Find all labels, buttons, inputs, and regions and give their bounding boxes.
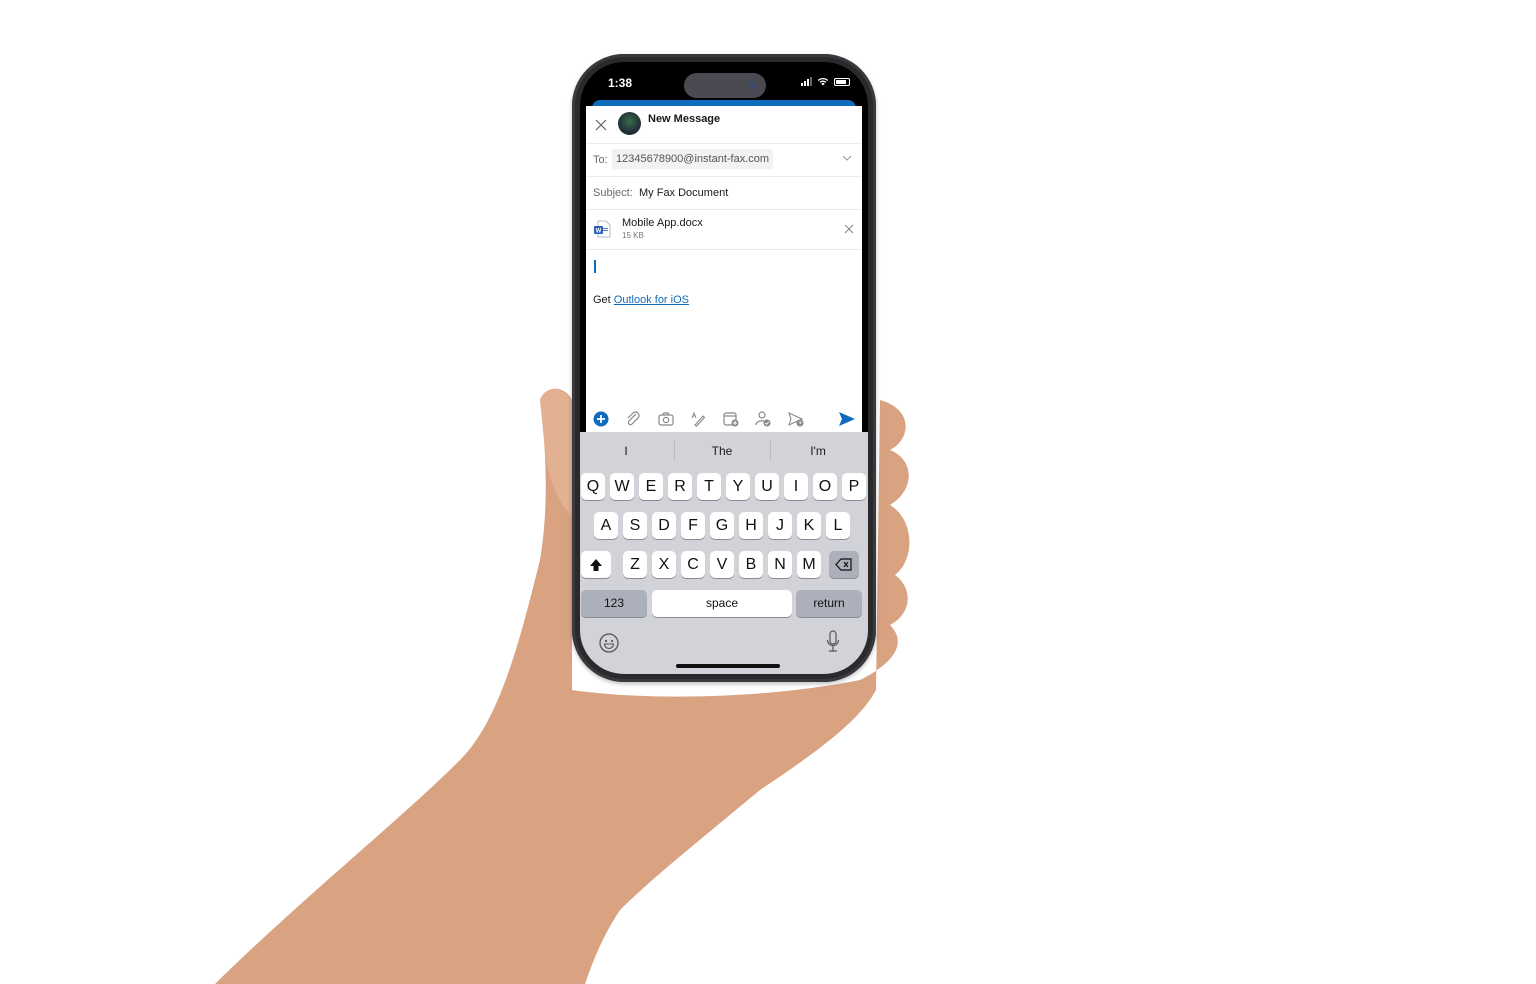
key[interactable]: T — [697, 473, 721, 500]
key[interactable]: N — [768, 551, 792, 578]
home-indicator — [676, 664, 780, 668]
key[interactable]: I — [784, 473, 808, 500]
add-icon[interactable] — [592, 410, 610, 428]
recipient-chip[interactable]: 12345678900@instant-fax.com — [612, 149, 774, 169]
suggestion-bar: I The I'm — [580, 432, 868, 468]
key[interactable]: D — [652, 512, 676, 539]
subject-label: Subject: — [593, 187, 633, 199]
key[interactable]: W — [610, 473, 634, 500]
key[interactable]: R — [668, 473, 692, 500]
attachment-name: Mobile App.docx — [622, 217, 703, 229]
suggestion-divider — [674, 440, 675, 460]
key[interactable]: V — [710, 551, 734, 578]
dynamic-island — [684, 73, 766, 98]
suggestion-2[interactable]: The — [677, 444, 767, 458]
key[interactable]: G — [710, 512, 734, 539]
compose-sheet: New Message To: 12345678900@instant-fax.… — [586, 106, 862, 432]
backspace-icon — [835, 558, 852, 571]
calendar-add-icon[interactable] — [722, 410, 740, 428]
key[interactable]: E — [639, 473, 663, 500]
schedule-send-icon[interactable] — [787, 410, 805, 428]
send-icon[interactable] — [838, 410, 856, 428]
camera-dot — [749, 82, 756, 89]
emoji-icon[interactable] — [598, 632, 620, 654]
draw-icon[interactable] — [689, 410, 707, 428]
wifi-icon — [817, 77, 829, 86]
message-body[interactable]: Get Outlook for iOS — [586, 250, 862, 390]
outlook-ios-link[interactable]: Outlook for iOS — [614, 294, 689, 306]
signature: Get Outlook for iOS — [593, 294, 689, 306]
key[interactable]: F — [681, 512, 705, 539]
suggestion-divider — [770, 440, 771, 460]
signature-prefix: Get — [593, 294, 611, 306]
numbers-key[interactable]: 123 — [581, 590, 647, 617]
microphone-icon[interactable] — [826, 630, 840, 654]
subject-field[interactable]: Subject: My Fax Document — [586, 177, 862, 210]
key[interactable]: A — [594, 512, 618, 539]
chevron-down-icon[interactable] — [842, 155, 852, 162]
word-document-icon: W — [594, 220, 611, 238]
shift-key[interactable] — [581, 551, 611, 578]
suggestion-3[interactable]: I'm — [773, 444, 863, 458]
status-time: 1:38 — [608, 76, 633, 90]
compose-title: New Message — [648, 113, 721, 125]
key[interactable]: O — [813, 473, 837, 500]
text-cursor — [594, 260, 596, 273]
key[interactable]: M — [797, 551, 821, 578]
signal-icon — [801, 77, 812, 86]
key[interactable]: H — [739, 512, 763, 539]
key[interactable]: B — [739, 551, 763, 578]
key[interactable]: Y — [726, 473, 750, 500]
space-key[interactable]: space — [652, 590, 792, 617]
status-icons — [801, 77, 850, 86]
compose-toolbar — [586, 406, 862, 432]
phone-frame: 1:38 New Message To: 12345678900@instant… — [572, 54, 876, 682]
delete-key[interactable] — [829, 551, 859, 578]
close-icon[interactable] — [594, 118, 608, 132]
return-key[interactable]: return — [796, 590, 862, 617]
phone-screen: 1:38 New Message To: 12345678900@instant… — [580, 62, 868, 674]
account-avatar[interactable] — [618, 112, 641, 135]
key[interactable]: C — [681, 551, 705, 578]
camera-icon[interactable] — [657, 410, 675, 428]
attachment-size: 15 KB — [622, 231, 644, 240]
key[interactable]: U — [755, 473, 779, 500]
keyboard: I The I'm Q W E R T Y U I O P A S D F G H J K L Z X C V B N M 123 s… — [580, 432, 868, 674]
remove-attachment-icon[interactable] — [844, 224, 854, 234]
availability-icon[interactable] — [754, 410, 772, 428]
attachment-item[interactable]: W Mobile App.docx 15 KB — [586, 210, 862, 250]
key[interactable]: P — [842, 473, 866, 500]
key[interactable]: S — [623, 512, 647, 539]
compose-header: New Message — [586, 106, 862, 144]
key[interactable]: J — [768, 512, 792, 539]
subject-input[interactable]: My Fax Document — [639, 187, 728, 199]
suggestion-1[interactable]: I — [581, 444, 671, 458]
attach-icon[interactable] — [624, 410, 642, 428]
to-field[interactable]: To: 12345678900@instant-fax.com — [586, 144, 862, 177]
key[interactable]: Z — [623, 551, 647, 578]
key[interactable]: Q — [581, 473, 605, 500]
key[interactable]: X — [652, 551, 676, 578]
to-label: To: — [593, 154, 608, 166]
battery-icon — [834, 77, 850, 86]
svg-text:W: W — [596, 229, 602, 235]
shift-icon — [590, 558, 602, 571]
key[interactable]: L — [826, 512, 850, 539]
key[interactable]: K — [797, 512, 821, 539]
